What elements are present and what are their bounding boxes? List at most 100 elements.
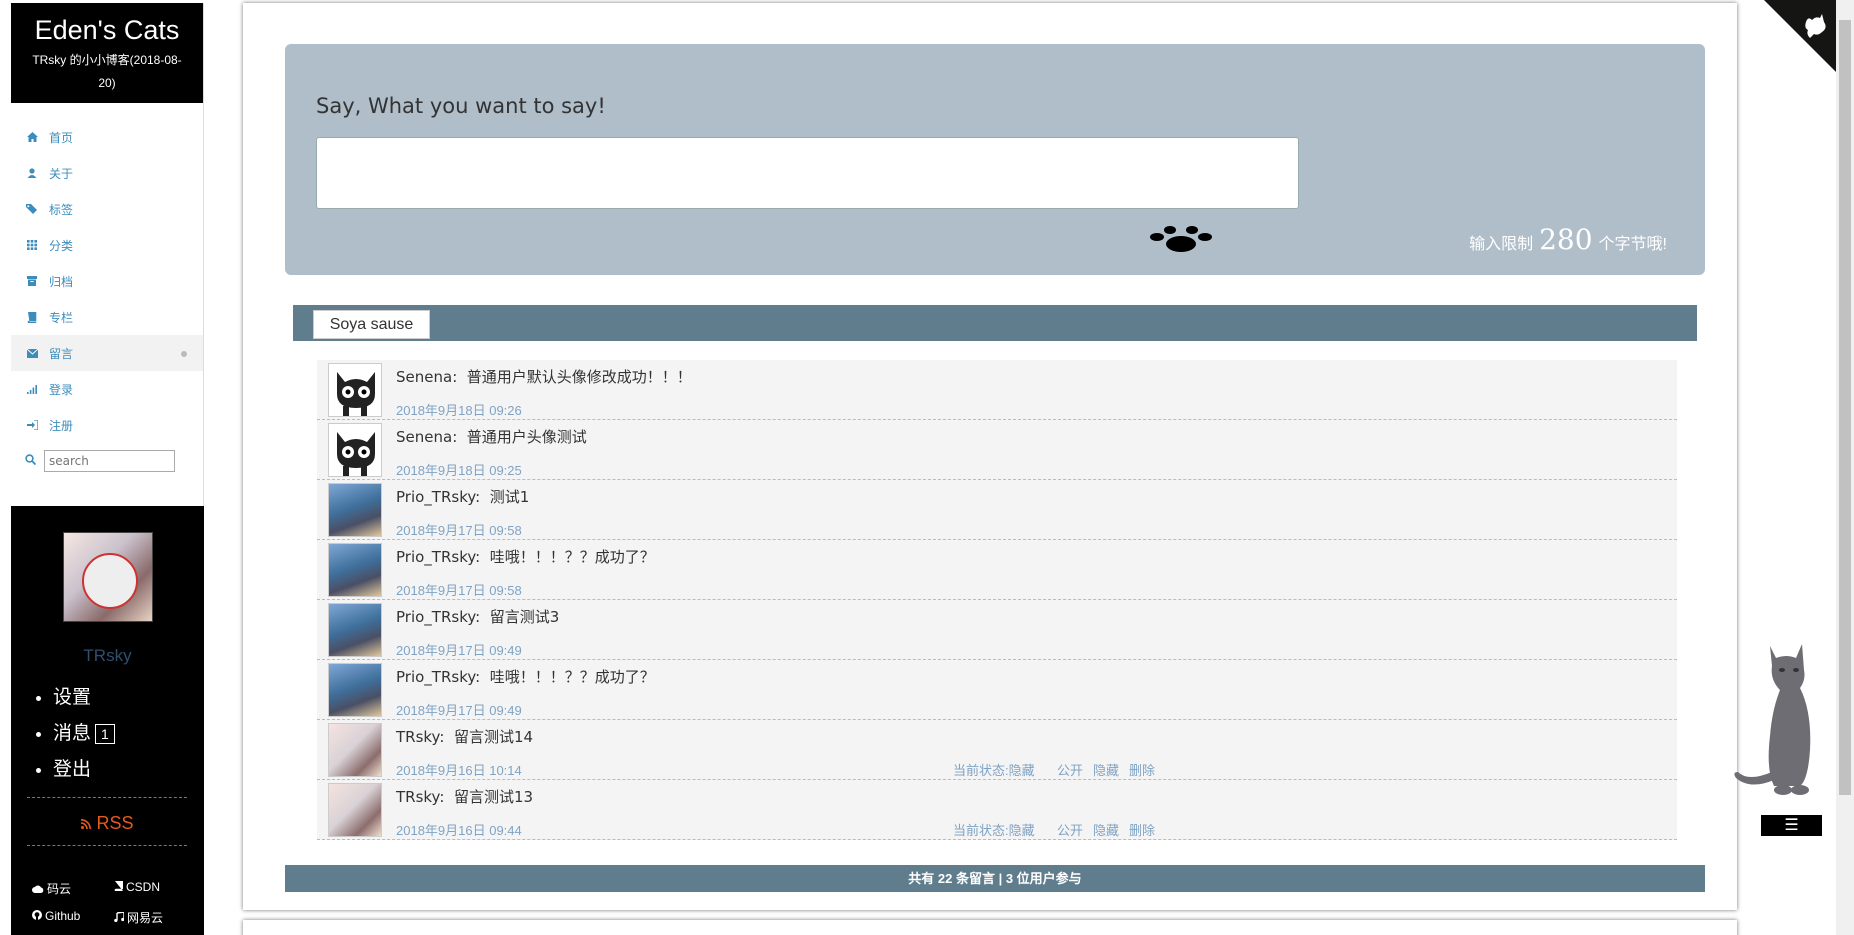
link-label: Github (45, 909, 81, 923)
username[interactable]: TRsky (11, 646, 204, 666)
nav-label: 注册 (49, 418, 74, 433)
message-input[interactable] (316, 137, 1299, 209)
comment-author: Senena (396, 368, 453, 386)
user-menu-settings[interactable]: 设置 (53, 680, 115, 716)
comment-row: Senena: 普通用户默认头像修改成功！！！ 2018年9月18日 09:26 (317, 360, 1677, 420)
comment-date: 2018年9月17日 09:58 (396, 523, 522, 538)
sidebar: Eden's Cats TRsky 的小小博客(2018-08-20) 首页 关… (11, 3, 204, 935)
limit-suffix: 个字节哦! (1598, 236, 1667, 253)
comment-date: 2018年9月16日 10:14 (396, 763, 522, 778)
comment-date: 2018年9月18日 09:26 (396, 403, 522, 418)
book-icon (25, 311, 39, 323)
nav-item-tags[interactable]: 标签 (11, 191, 203, 227)
make-public-button[interactable]: 公开 (1057, 820, 1083, 839)
avatar[interactable] (328, 723, 382, 777)
site-title[interactable]: Eden's Cats (11, 13, 203, 47)
link-label: CSDN (126, 880, 161, 894)
github-icon (32, 909, 42, 923)
paw-icon (1150, 226, 1212, 252)
nav-label: 留言 (49, 346, 74, 361)
comment-row: Senena: 普通用户头像测试 2018年9月18日 09:25 (317, 420, 1677, 480)
avatar[interactable] (328, 423, 382, 477)
tags-icon (25, 204, 39, 214)
comment-body: 留言测试13 (453, 788, 534, 806)
comment-list: Senena: 普通用户默认头像修改成功！！！ 2018年9月18日 09:26… (317, 360, 1677, 840)
comment-row: TRsky: 留言测试13 2018年9月16日 09:44 当前状态:隐藏 公… (317, 780, 1677, 840)
nav-label: 关于 (49, 166, 74, 181)
comment-body: 普通用户头像测试 (466, 428, 587, 446)
avatar[interactable] (328, 363, 382, 417)
tab-soya-sause[interactable]: Soya sause (313, 310, 430, 339)
comment-row: TRsky: 留言测试14 2018年9月16日 10:14 当前状态:隐藏 公… (317, 720, 1677, 780)
paw-submit-button[interactable] (1150, 224, 1212, 259)
nav-item-home[interactable]: 首页 (11, 119, 203, 155)
link-github[interactable]: Github (32, 909, 80, 923)
avatar[interactable] (328, 483, 382, 537)
nav-item-guestbook[interactable]: 留言 (11, 335, 203, 371)
user-menu-label: 消息 (53, 723, 92, 744)
nav-label: 归档 (49, 274, 74, 289)
avatar[interactable] (63, 532, 153, 622)
comment-date: 2018年9月18日 09:25 (396, 463, 522, 478)
nav-item-register[interactable]: 注册 (11, 407, 203, 443)
comment-date: 2018年9月17日 09:49 (396, 703, 522, 718)
next-card (243, 920, 1737, 935)
comment-text: Prio_TRsky: 哇哦！！！？？成功了？ (396, 668, 655, 686)
grey-cat-icon (1734, 644, 1811, 795)
hide-button[interactable]: 隐藏 (1093, 760, 1119, 779)
user-menu-logout[interactable]: 登出 (53, 752, 115, 788)
avatar[interactable] (328, 543, 382, 597)
limit-value: 280 (1539, 223, 1593, 256)
active-indicator (181, 351, 187, 357)
user-menu-label: 登出 (53, 759, 92, 780)
link-csdn[interactable]: CSDN (114, 880, 160, 894)
user-menu-messages[interactable]: 消息1 (53, 716, 115, 752)
signal-icon (25, 384, 39, 394)
nav-item-categories[interactable]: 分类 (11, 227, 203, 263)
message-count-badge: 1 (95, 724, 115, 744)
nav-item-column[interactable]: 专栏 (11, 299, 203, 335)
comment-author: Prio_TRsky (396, 488, 476, 506)
input-limit-note: 输入限制 280 个字节哦! (1469, 223, 1667, 256)
link-netease-music[interactable]: 网易云 (114, 909, 163, 926)
comment-body: 留言测试14 (453, 728, 534, 746)
avatar[interactable] (328, 603, 382, 657)
delete-button[interactable]: 删除 (1129, 760, 1155, 779)
rss-label: RSS (96, 813, 134, 833)
github-corner[interactable] (1764, 0, 1836, 77)
comment-author: TRsky (396, 728, 440, 746)
comment-summary: 共有 22 条留言 | 3 位用户参与 (285, 865, 1705, 892)
nav-item-archive[interactable]: 归档 (11, 263, 203, 299)
rss-link[interactable]: RSS (11, 813, 204, 834)
nav-label: 标签 (49, 202, 74, 217)
signin-icon (25, 420, 39, 430)
menu-toggle-button[interactable]: ☰ (1761, 815, 1822, 836)
cat-mascot[interactable] (1730, 640, 1822, 805)
hide-button[interactable]: 隐藏 (1093, 820, 1119, 839)
link-gitee[interactable]: 码云 (32, 880, 71, 897)
nav-label: 分类 (49, 238, 74, 253)
comment-text: TRsky: 留言测试14 (396, 728, 534, 746)
search-input[interactable] (44, 450, 175, 472)
home-icon (25, 132, 39, 142)
comment-text: TRsky: 留言测试13 (396, 788, 534, 806)
comment-body: 测试1 (489, 488, 530, 506)
search-icon (25, 452, 37, 470)
book-icon (114, 880, 124, 894)
nav-item-about[interactable]: 关于 (11, 155, 203, 191)
link-label: 码云 (47, 882, 72, 896)
scrollbar-thumb[interactable] (1839, 20, 1851, 795)
comment-text: Prio_TRsky: 留言测试3 (396, 608, 560, 626)
cloud-icon (32, 882, 44, 896)
rss-icon (81, 813, 92, 833)
nav-item-login[interactable]: 登录 (11, 371, 203, 407)
make-public-button[interactable]: 公开 (1057, 760, 1083, 779)
brand-header: Eden's Cats TRsky 的小小博客(2018-08-20) (11, 3, 203, 103)
message-form: Say, What you want to say! 输入限制 280 个字节哦… (285, 44, 1705, 275)
page-scrollbar[interactable] (1836, 0, 1854, 935)
avatar[interactable] (328, 663, 382, 717)
user-icon (25, 168, 39, 178)
delete-button[interactable]: 删除 (1129, 820, 1155, 839)
avatar[interactable] (328, 783, 382, 837)
music-icon (114, 910, 125, 925)
